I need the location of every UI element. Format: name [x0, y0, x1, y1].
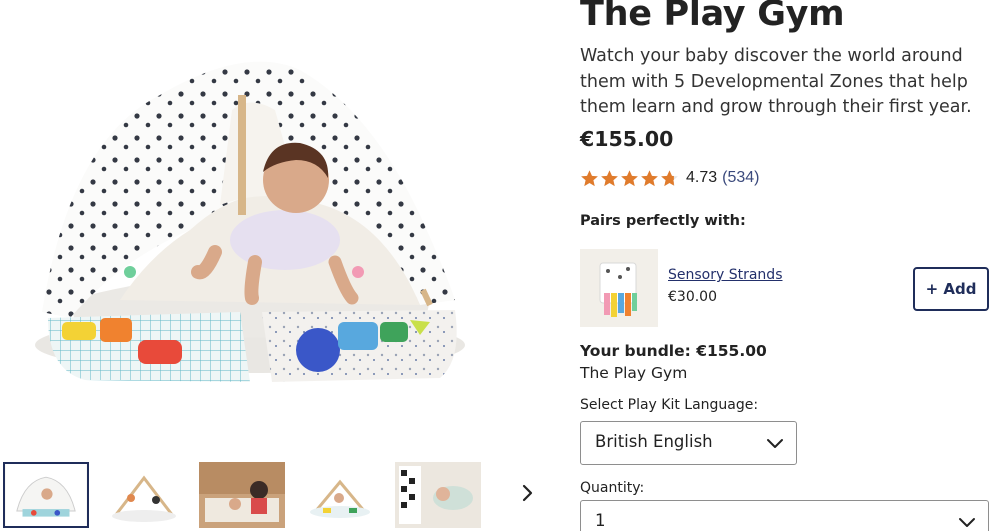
star-icon [581, 169, 598, 186]
play-gym-photo [35, 61, 465, 382]
language-select-label: Select Play Kit Language: [580, 397, 759, 413]
rating-count[interactable]: (534) [722, 169, 759, 187]
chevron-down-icon [959, 518, 975, 527]
star-icon [661, 169, 678, 186]
bundle-item: The Play Gym [580, 364, 688, 382]
language-select[interactable]: British English [580, 421, 797, 465]
product-rating[interactable]: 4.73 (534) [580, 168, 760, 188]
thumbnail-1[interactable] [3, 462, 89, 528]
thumbnail-strip [0, 460, 560, 531]
pairs-heading: Pairs perfectly with: [580, 213, 746, 229]
add-sensory-strands-button[interactable]: + Add [913, 267, 989, 311]
bundle-total: Your bundle: €155.00 [580, 342, 767, 360]
thumbnail-3[interactable] [199, 462, 285, 528]
sensory-strands-link[interactable]: Sensory Strands [668, 267, 783, 283]
star-icon [601, 169, 618, 186]
rating-value: 4.73 [686, 169, 718, 186]
language-select-value: British English [595, 432, 713, 451]
quantity-label: Quantity: [580, 480, 645, 496]
chevron-right-icon [522, 484, 533, 502]
star-icon [621, 169, 638, 186]
product-description: Watch your baby discover the world aroun… [580, 46, 972, 117]
sensory-strands-price: €30.00 [668, 289, 717, 305]
quantity-select-value: 1 [595, 511, 606, 530]
chevron-down-icon [767, 439, 783, 448]
rating-stars [580, 169, 680, 188]
quantity-select[interactable]: 1 [580, 500, 989, 531]
thumbnail-5[interactable] [395, 462, 481, 528]
product-main-image[interactable] [0, 0, 560, 450]
product-title: The Play Gym [580, 0, 845, 34]
star-icon [641, 169, 658, 186]
thumbnail-2[interactable] [101, 462, 187, 528]
sensory-strands-image[interactable] [580, 249, 658, 327]
product-price: €155.00 [580, 127, 674, 151]
thumbnail-4[interactable] [297, 462, 383, 528]
thumbnail-next-button[interactable] [512, 478, 542, 508]
sensory-strands-photo [580, 249, 658, 327]
product-info-panel: The Play Gym Watch your baby discover th… [580, 0, 1000, 531]
